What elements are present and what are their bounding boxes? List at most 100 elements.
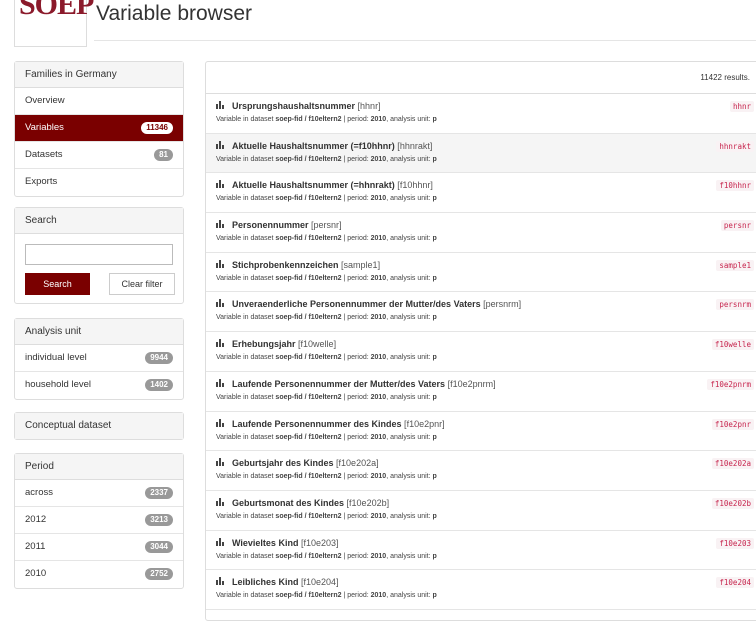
conceptual-dataset-heading[interactable]: Conceptual dataset	[15, 413, 183, 439]
result-row[interactable]: Erhebungsjahr [f10welle] Variable in data…	[206, 332, 756, 372]
result-title[interactable]: Leibliches Kind [f10e204]	[232, 577, 339, 587]
search-panel: Search Search Clear filter	[14, 207, 184, 304]
unit-value: p	[432, 155, 437, 163]
bar-chart-icon	[216, 180, 224, 189]
unit-value: p	[432, 592, 437, 600]
variable-name: [f10e2pnr]	[401, 418, 445, 429]
unit-value: p	[432, 116, 437, 123]
variable-name: [f10e203]	[298, 537, 339, 548]
analysis-unit-heading: Analysis unit	[15, 319, 183, 345]
variable-code: f10e202a	[711, 458, 754, 470]
variable-code: f10welle	[711, 339, 754, 351]
result-row[interactable]: Geburtsjahr des Kindes [f10e202a] Variabl…	[206, 451, 756, 491]
result-meta: Variable in dataset soep-fid / f10eltern…	[216, 195, 437, 203]
result-meta: Variable in dataset soep-fid / f10eltern…	[216, 473, 437, 481]
bar-chart-icon	[216, 418, 224, 427]
result-title[interactable]: Wievieltes Kind [f10e203]	[232, 538, 339, 548]
result-row[interactable]: Unveraenderliche Personennummer der Mutt…	[206, 292, 756, 333]
result-meta: Variable in dataset soep-fid / f10eltern…	[216, 314, 437, 322]
meta-prefix: Variable in dataset	[216, 433, 276, 441]
variable-label: Ursprungshaushaltsnummer	[232, 101, 356, 111]
sidebar-item-exports[interactable]: Exports	[15, 169, 183, 196]
dataset-name: soep-fid / f10eltern2	[275, 433, 342, 441]
result-title[interactable]: Aktuelle Haushaltsnummer (=hhnrakt) [f10…	[232, 180, 433, 190]
period-panel: Period across 2337 2012 3213 2011 3044 2010 275…	[14, 453, 184, 589]
variable-name-text: hhnrakt	[399, 140, 430, 151]
search-button[interactable]: Search	[25, 273, 90, 295]
dataset-name: soep-fid / f10eltern2	[275, 512, 342, 520]
period-value: 2010	[370, 473, 387, 481]
clear-filter-button[interactable]: Clear filter	[109, 273, 175, 295]
result-row[interactable]: Leibliches Kind [f10e204] Variable in dat…	[206, 570, 756, 610]
sidebar-item-datasets[interactable]: Datasets 81	[15, 142, 183, 169]
result-meta: Variable in dataset soep-fid / f10eltern…	[216, 116, 437, 123]
bar-chart-icon	[216, 259, 224, 268]
result-title[interactable]: Geburtsjahr des Kindes [f10e202a]	[232, 458, 379, 468]
result-title[interactable]: Unveraenderliche Personennummer der Mutt…	[232, 299, 521, 309]
variable-name: [persnrm]	[480, 299, 522, 310]
bar-chart-icon	[216, 537, 224, 546]
result-row[interactable]: Ursprungshaushaltsnummer [hhnr] Variable …	[206, 94, 756, 134]
dataset-name: soep-fid / f10eltern2	[275, 473, 342, 481]
result-row[interactable]: Wievieltes Kind [f10e203] Variable in dat…	[206, 531, 756, 571]
variable-name: [hhnr]	[355, 101, 381, 111]
period-value: 2010	[370, 274, 387, 282]
sidebar-item-overview[interactable]: Overview	[15, 88, 183, 115]
result-title[interactable]: Aktuelle Haushaltsnummer (=f10hhnr) [hhn…	[232, 141, 432, 151]
dataset-name: soep-fid / f10eltern2	[275, 274, 342, 282]
variable-name-text: hhnr	[360, 101, 379, 111]
result-title[interactable]: Laufende Personennummer des Kindes [f10e…	[232, 419, 445, 429]
period-filter-across[interactable]: across 2337	[15, 480, 183, 507]
variable-name-text: f10e202a	[338, 458, 377, 469]
unit-value: p	[432, 393, 437, 401]
result-title[interactable]: Stichprobenkennzeichen [sample1]	[232, 260, 380, 270]
variable-name-text: sample1	[343, 259, 378, 270]
variable-code: f10e2pnrm	[707, 378, 754, 390]
result-meta: Variable in dataset soep-fid / f10eltern…	[216, 592, 437, 600]
variable-name-text: persnrm	[485, 299, 519, 310]
variable-name-text: f10e2pnrm	[450, 378, 494, 389]
period-filter-2012[interactable]: 2012 3213	[15, 507, 183, 534]
result-row[interactable]: Personennummer [persnr] Variable in datas…	[206, 213, 756, 253]
sidebar-item-variables[interactable]: Variables 11346	[15, 115, 183, 142]
period-filter-2011[interactable]: 2011 3044	[15, 534, 183, 561]
dataset-name: soep-fid / f10eltern2	[275, 195, 342, 203]
meta-prefix: Variable in dataset	[216, 235, 276, 243]
variable-code: f10e203	[716, 537, 754, 549]
result-row[interactable]: Laufende Personennummer der Mutter/des V…	[206, 372, 756, 412]
dataset-name: soep-fid / f10eltern2	[275, 393, 342, 401]
result-meta: Variable in dataset soep-fid / f10eltern…	[216, 552, 437, 560]
variable-name-text: f10e204	[303, 577, 337, 588]
sidebar-item-label: Datasets	[25, 149, 63, 160]
result-row[interactable]: Aktuelle Haushaltsnummer (=hhnrakt) [f10…	[206, 173, 756, 214]
search-input[interactable]	[25, 244, 173, 265]
result-title[interactable]: Laufende Personennummer der Mutter/des V…	[232, 379, 496, 389]
count-badge: 2337	[145, 487, 173, 499]
variable-name-text: f10hhnr	[399, 180, 431, 191]
result-title[interactable]: Personennummer [persnr]	[232, 220, 342, 230]
variable-label: Erhebungsjahr	[232, 339, 296, 350]
variable-code: hhnr	[729, 101, 754, 112]
result-title[interactable]: Ursprungshaushaltsnummer [hhnr]	[232, 101, 381, 111]
conceptual-dataset-panel[interactable]: Conceptual dataset	[14, 412, 184, 440]
result-title[interactable]: Geburtsmonat des Kindes [f10e202b]	[232, 498, 389, 508]
variable-label: Stichprobenkennzeichen	[232, 259, 339, 270]
result-title[interactable]: Erhebungsjahr [f10welle]	[232, 339, 336, 349]
soep-logo[interactable]: SOEP	[14, 0, 94, 47]
result-row[interactable]: Stichprobenkennzeichen [sample1] Variable…	[206, 253, 756, 293]
analysis-unit-filter-individual-level[interactable]: individual level 9944	[15, 345, 183, 372]
analysis-unit-filter-household-level[interactable]: household level 1402	[15, 372, 183, 399]
bar-chart-icon	[216, 497, 224, 506]
bar-chart-icon	[216, 577, 224, 586]
result-row[interactable]: Aktuelle Haushaltsnummer (=f10hhnr) [hhn…	[206, 133, 756, 174]
meta-prefix: Variable in dataset	[216, 592, 276, 600]
result-row[interactable]: Laufende Personennummer des Kindes [f10e…	[206, 412, 756, 452]
variable-label: Personennummer	[232, 220, 309, 231]
period-filter-2010[interactable]: 2010 2752	[15, 561, 183, 588]
result-row[interactable]: Geburtsmonat des Kindes [f10e202b] Variab…	[206, 491, 756, 531]
search-heading: Search	[15, 208, 183, 234]
variable-code: hhnrakt	[716, 140, 754, 152]
variable-name-text: f10welle	[300, 339, 334, 350]
period-filter-label: 2011	[25, 541, 46, 552]
unit-value: p	[432, 195, 437, 203]
